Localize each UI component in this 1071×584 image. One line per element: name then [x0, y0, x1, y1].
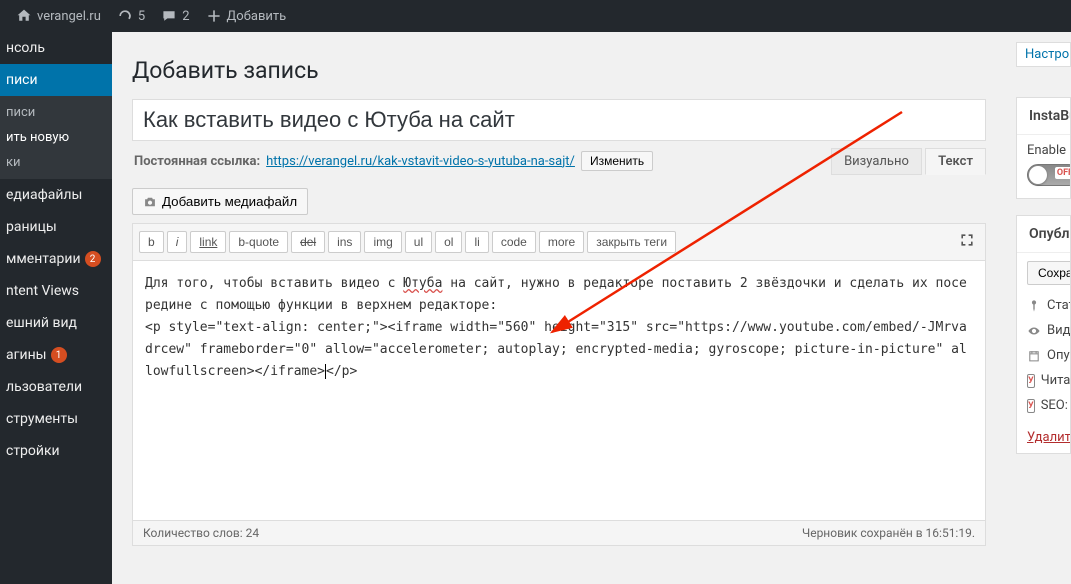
seo-icon: У: [1027, 399, 1035, 413]
edit-permalink-button[interactable]: Изменить: [581, 151, 653, 171]
screen-options[interactable]: Настро: [1016, 42, 1071, 67]
update-icon: [117, 8, 133, 24]
plus-icon: [206, 8, 222, 24]
submenu-all-posts[interactable]: писи: [0, 100, 112, 125]
plugins-badge: 1: [51, 347, 67, 363]
qt-i[interactable]: i: [167, 231, 188, 253]
menu-dashboard[interactable]: нсоль: [0, 32, 112, 64]
admin-topbar: verangel.ru 5 2 Добавить: [0, 0, 1071, 32]
save-draft-button[interactable]: Сохранит: [1027, 261, 1070, 285]
publish-box: Опублико Сохранит Статус Видим Опубл УЧи…: [1016, 215, 1071, 454]
add-label: Добавить: [227, 9, 287, 24]
menu-users[interactable]: льзователи: [0, 371, 112, 403]
main-content: Добавить запись Постоянная ссылка: https…: [112, 32, 1006, 584]
enable-label: Enable Ins: [1027, 143, 1060, 158]
title-wrap: [132, 99, 986, 141]
editor-statusbar: Количество слов: 24 Черновик сохранён в …: [132, 521, 986, 546]
comments-count: 2: [182, 9, 189, 24]
qt-del[interactable]: del: [291, 231, 325, 253]
add-media-button[interactable]: Добавить медиафайл: [132, 188, 308, 215]
draft-saved: Черновик сохранён в 16:51:19.: [802, 526, 975, 540]
submenu-posts: писи ить новую ки: [0, 96, 112, 179]
publish-title: Опублико: [1017, 216, 1070, 253]
instabuilder-toggle[interactable]: OFF: [1027, 164, 1070, 186]
tab-text[interactable]: Текст: [925, 148, 986, 175]
qt-link[interactable]: link: [190, 231, 226, 253]
menu-tools[interactable]: струменты: [0, 403, 112, 435]
menu-plugins[interactable]: агины1: [0, 339, 112, 371]
menu-content-views[interactable]: ntent Views: [0, 275, 112, 307]
menu-comments[interactable]: мментарии2: [0, 243, 112, 275]
admin-sidebar: нсоль писи писи ить новую ки едиафайлы р…: [0, 32, 112, 584]
toggle-off-label: OFF: [1055, 167, 1070, 179]
delete-link[interactable]: Удалить: [1027, 430, 1070, 445]
qt-code[interactable]: code: [492, 231, 536, 253]
permalink-label: Постоянная ссылка:: [134, 154, 260, 169]
pin-icon: [1027, 299, 1041, 313]
comments-badge: 2: [85, 251, 101, 267]
qt-more[interactable]: more: [539, 231, 584, 253]
quicktags-toolbar: b i link b-quote del ins img ul ol li co…: [132, 223, 986, 261]
home-icon: [16, 8, 32, 24]
tab-visual[interactable]: Визуально: [831, 148, 922, 175]
qt-b[interactable]: b: [139, 231, 164, 253]
post-content-editor[interactable]: Для того, чтобы вставить видео с Ютуба н…: [132, 261, 986, 521]
page-heading: Добавить запись: [132, 57, 986, 84]
menu-settings[interactable]: стройки: [0, 435, 112, 467]
instabuilder-box: InstaBuild Enable Ins OFF: [1016, 97, 1071, 199]
qt-ol[interactable]: ol: [435, 231, 462, 253]
qt-img[interactable]: img: [364, 231, 401, 253]
qt-ul[interactable]: ul: [405, 231, 432, 253]
fullscreen-button[interactable]: [955, 228, 979, 256]
calendar-icon: [1027, 349, 1041, 363]
menu-pages[interactable]: раницы: [0, 211, 112, 243]
comment-icon: [161, 8, 177, 24]
submenu-add-new[interactable]: ить новую: [0, 125, 112, 150]
updates-count: 5: [138, 9, 145, 24]
readability-icon: У: [1027, 374, 1035, 388]
toggle-knob: [1029, 166, 1047, 184]
comments-link[interactable]: 2: [153, 8, 197, 24]
submenu-tags[interactable]: ки: [0, 150, 112, 175]
qt-ins[interactable]: ins: [328, 231, 361, 253]
menu-media[interactable]: едиафайлы: [0, 179, 112, 211]
menu-appearance[interactable]: ешний вид: [0, 307, 112, 339]
site-name: verangel.ru: [37, 9, 101, 24]
add-new-link[interactable]: Добавить: [198, 8, 295, 24]
updates-link[interactable]: 5: [109, 8, 153, 24]
qt-bquote[interactable]: b-quote: [229, 231, 288, 253]
editor-tabs: Визуально Текст: [831, 148, 986, 175]
qt-close[interactable]: закрыть теги: [587, 231, 676, 253]
qt-li[interactable]: li: [465, 231, 488, 253]
word-count: Количество слов: 24: [143, 526, 259, 540]
eye-icon: [1027, 324, 1041, 338]
site-link[interactable]: verangel.ru: [8, 8, 109, 24]
right-sidebar: Настро InstaBuild Enable Ins OFF Опублик…: [1006, 32, 1071, 584]
fullscreen-icon: [959, 232, 975, 248]
post-title-input[interactable]: [143, 103, 975, 137]
permalink-url[interactable]: https://verangel.ru/kak-vstavit-video-s-…: [266, 154, 575, 169]
instabuilder-title: InstaBuild: [1017, 98, 1070, 135]
camera-icon: [143, 195, 157, 209]
menu-posts[interactable]: писи: [0, 64, 112, 96]
